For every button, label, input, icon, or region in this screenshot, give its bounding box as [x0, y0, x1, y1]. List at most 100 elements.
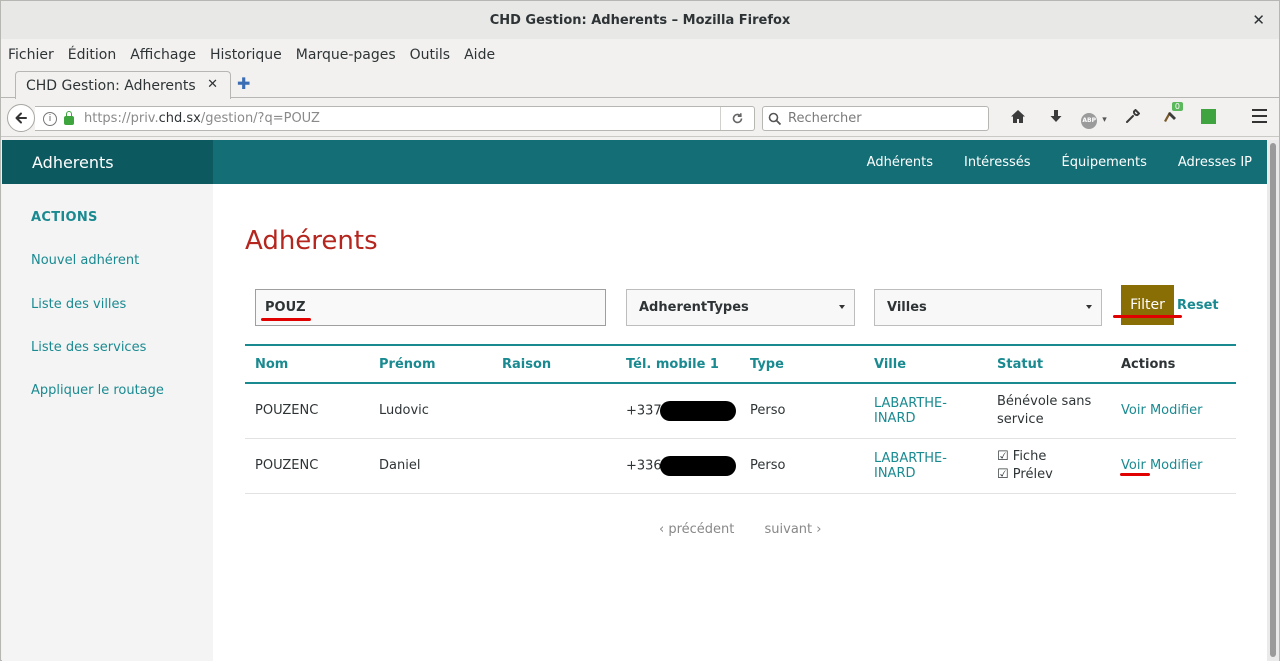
cell-ville: LABARTHE-INARD [864, 438, 987, 494]
top-navigation: Adhérents Intéressés Équipements Adresse… [836, 140, 1252, 184]
col-tel-mobile[interactable]: Tél. mobile 1 [616, 344, 740, 384]
app-header: Adherents Adhérents Intéressés Équipemen… [2, 140, 1267, 184]
scrollbar-thumb[interactable] [1270, 143, 1276, 657]
col-statut[interactable]: Statut [987, 344, 1111, 384]
title-bar: CHD Gestion: Adherents – Mozilla Firefox… [1, 1, 1279, 39]
nav-equipements[interactable]: Équipements [1062, 155, 1147, 170]
col-prenom[interactable]: Prénom [369, 344, 492, 384]
tab-close-icon[interactable]: ✕ [207, 77, 218, 92]
cell-tel: +336 [616, 438, 740, 494]
pagination: ‹ précédent suivant › [659, 522, 847, 537]
window-title: CHD Gestion: Adherents – Mozilla Firefox [489, 12, 791, 28]
cell-tel: +337 [616, 383, 740, 439]
sidebar-link-appliquer-routage[interactable]: Appliquer le routage [31, 383, 164, 398]
menu-edition[interactable]: Édition [68, 47, 116, 63]
sidebar-link-liste-villes[interactable]: Liste des villes [31, 297, 126, 312]
wrench-icon[interactable] [1113, 108, 1151, 128]
redaction-mark [659, 455, 736, 476]
pager-next[interactable]: suivant › [765, 522, 822, 537]
sidebar-link-nouvel-adherent[interactable]: Nouvel adhérent [31, 253, 139, 268]
navigation-bar: i https://priv.chd.sx/gestion/?q=POUZ Re… [1, 99, 1279, 137]
col-raison[interactable]: Raison [492, 344, 616, 384]
info-icon[interactable]: i [43, 111, 57, 126]
page-viewport: Adherents Adhérents Intéressés Équipemen… [2, 140, 1267, 661]
hamburger-menu-icon[interactable] [1252, 109, 1267, 123]
app-brand[interactable]: Adherents [2, 140, 213, 184]
download-icon[interactable] [1037, 109, 1075, 128]
url-bar[interactable]: i https://priv.chd.sx/gestion/?q=POUZ [35, 106, 755, 131]
cell-type: Perso [740, 438, 864, 494]
cell-nom: POUZENC [245, 383, 369, 439]
menu-bar: Fichier Édition Affichage Historique Mar… [1, 41, 1279, 69]
search-placeholder: Rechercher [788, 111, 862, 126]
col-actions: Actions [1111, 344, 1236, 384]
ville-link[interactable]: LABARTHE-INARD [874, 396, 947, 426]
addon-badge: 0 [1171, 101, 1183, 111]
url-text[interactable]: https://priv.chd.sx/gestion/?q=POUZ [84, 111, 320, 126]
cell-actions: Voir Modifier [1111, 438, 1236, 494]
sidebar: ACTIONS Nouvel adhérent Liste des villes… [2, 184, 213, 661]
redaction-mark [659, 400, 736, 421]
voir-link[interactable]: Voir [1121, 458, 1146, 473]
nav-interesses[interactable]: Intéressés [964, 155, 1031, 170]
browser-window: CHD Gestion: Adherents – Mozilla Firefox… [0, 0, 1280, 661]
tab-chd-gestion[interactable]: CHD Gestion: Adherents ✕ [15, 71, 231, 99]
cell-nom: POUZENC [245, 438, 369, 494]
tab-strip: CHD Gestion: Adherents ✕ ✚ [1, 69, 1279, 99]
adblock-icon[interactable]: ABP ▾ [1075, 107, 1113, 129]
search-icon [768, 112, 782, 125]
modifier-link[interactable]: Modifier [1150, 403, 1203, 418]
cell-prenom: Daniel [369, 438, 492, 494]
lock-icon[interactable] [64, 110, 74, 125]
annotation-underline-filter [1113, 315, 1182, 318]
extension-green-icon[interactable] [1189, 108, 1227, 128]
new-tab-icon[interactable]: ✚ [237, 74, 250, 93]
villes-select[interactable]: Villes [874, 289, 1102, 326]
back-button[interactable] [7, 104, 35, 132]
col-type[interactable]: Type [740, 344, 864, 384]
toolbar-buttons: ABP ▾ 0 [999, 101, 1227, 129]
reload-icon [732, 113, 743, 124]
reset-link[interactable]: Reset [1177, 298, 1219, 313]
menu-affichage[interactable]: Affichage [130, 47, 196, 63]
search-bar[interactable]: Rechercher [762, 106, 989, 131]
table-header-row: Nom Prénom Raison Tél. mobile 1 Type Vil… [245, 344, 1236, 384]
adherents-table: Nom Prénom Raison Tél. mobile 1 Type Vil… [245, 344, 1236, 494]
menu-marque-pages[interactable]: Marque-pages [296, 47, 396, 63]
filter-button[interactable]: Filter [1121, 285, 1174, 325]
ville-link[interactable]: LABARTHE-INARD [874, 451, 947, 481]
window-close-icon[interactable]: ✕ [1252, 11, 1265, 29]
cell-statut: Bénévole sans service [987, 383, 1111, 439]
annotation-underline-voir [1120, 473, 1150, 476]
tab-title: CHD Gestion: Adherents [26, 77, 196, 94]
annotation-underline-query [261, 318, 311, 321]
col-nom[interactable]: Nom [245, 344, 369, 384]
col-ville[interactable]: Ville [864, 344, 987, 384]
nav-adresses-ip[interactable]: Adresses IP [1178, 155, 1252, 170]
cell-raison [492, 383, 616, 439]
main-content: Adhérents POUZ AdherentTypes Villes Filt… [213, 184, 1267, 661]
table-row: POUZENC Ludovic +337 Perso LABARTHE-INAR… [245, 383, 1236, 439]
dropdown-arrow-icon [839, 305, 845, 309]
page-scrollbar[interactable] [1267, 140, 1279, 661]
voir-link[interactable]: Voir [1121, 403, 1146, 418]
page-title: Adhérents [245, 226, 378, 256]
sidebar-heading: ACTIONS [31, 210, 98, 225]
menu-aide[interactable]: Aide [464, 47, 495, 63]
adherent-types-select[interactable]: AdherentTypes [626, 289, 855, 326]
pager-previous[interactable]: ‹ précédent [659, 522, 734, 537]
arrow-left-icon [15, 112, 27, 124]
home-icon[interactable] [999, 109, 1037, 128]
dropdown-arrow-icon [1086, 305, 1092, 309]
addon-icon[interactable]: 0 [1151, 101, 1189, 128]
cell-ville: LABARTHE-INARD [864, 383, 987, 439]
menu-historique[interactable]: Historique [210, 47, 282, 63]
cell-type: Perso [740, 383, 864, 439]
menu-fichier[interactable]: Fichier [8, 47, 54, 63]
menu-outils[interactable]: Outils [410, 47, 450, 63]
reload-button[interactable] [720, 107, 754, 130]
modifier-link[interactable]: Modifier [1150, 458, 1203, 473]
cell-actions: Voir Modifier [1111, 383, 1236, 439]
sidebar-link-liste-services[interactable]: Liste des services [31, 340, 146, 355]
nav-adherents[interactable]: Adhérents [867, 155, 933, 170]
